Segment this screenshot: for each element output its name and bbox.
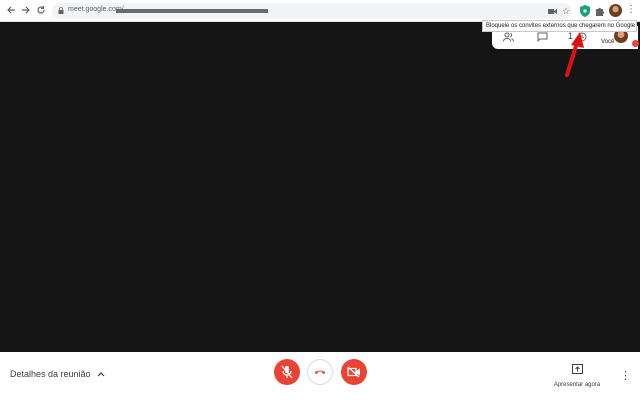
camera-icon[interactable] — [546, 5, 558, 17]
puzzle-icon[interactable] — [593, 4, 607, 18]
muted-badge-icon — [632, 40, 639, 47]
chevron-up-icon — [97, 372, 104, 377]
people-icon[interactable] — [502, 31, 514, 43]
profile-avatar[interactable] — [609, 4, 622, 17]
browser-menu-icon[interactable]: ⋮ — [626, 4, 636, 15]
present-now-button[interactable]: Apresentar agora — [550, 361, 604, 388]
meeting-details-button[interactable]: Detalhes da reunião — [10, 369, 105, 379]
chat-icon[interactable] — [536, 31, 548, 43]
star-icon[interactable]: ☆ — [560, 5, 572, 17]
present-screen-icon — [571, 364, 583, 374]
camera-toggle-button[interactable] — [341, 359, 367, 385]
hang-up-icon — [314, 370, 326, 374]
address-bar[interactable]: meet.google.com/ ☆ — [52, 3, 572, 19]
red-arrow-icon — [565, 32, 584, 77]
video-area — [0, 22, 640, 352]
more-options-icon[interactable]: ⋮ — [620, 369, 631, 382]
back-arrow-icon[interactable] — [4, 3, 18, 17]
reload-icon[interactable] — [34, 3, 48, 17]
browser-toolbar: meet.google.com/ ☆ ⋮ — [0, 0, 640, 22]
shield-extension-icon[interactable] — [578, 4, 592, 18]
present-now-label: Apresentar agora — [553, 382, 601, 388]
self-label: Você — [601, 39, 615, 45]
forward-arrow-icon[interactable] — [19, 3, 33, 17]
camera-off-icon — [347, 366, 360, 378]
microphone-toggle-button[interactable] — [274, 359, 300, 385]
mic-off-icon — [281, 365, 293, 379]
extension-tooltip: Bloqueie os convites externos que chegar… — [482, 20, 637, 32]
bottom-control-bar: Detalhes da reunião Apresentar agora ⋮ — [0, 352, 640, 400]
lock-icon — [58, 7, 64, 14]
meeting-details-label: Detalhes da reunião — [10, 369, 91, 379]
url-redaction — [116, 9, 268, 13]
leave-call-button[interactable] — [307, 359, 333, 385]
